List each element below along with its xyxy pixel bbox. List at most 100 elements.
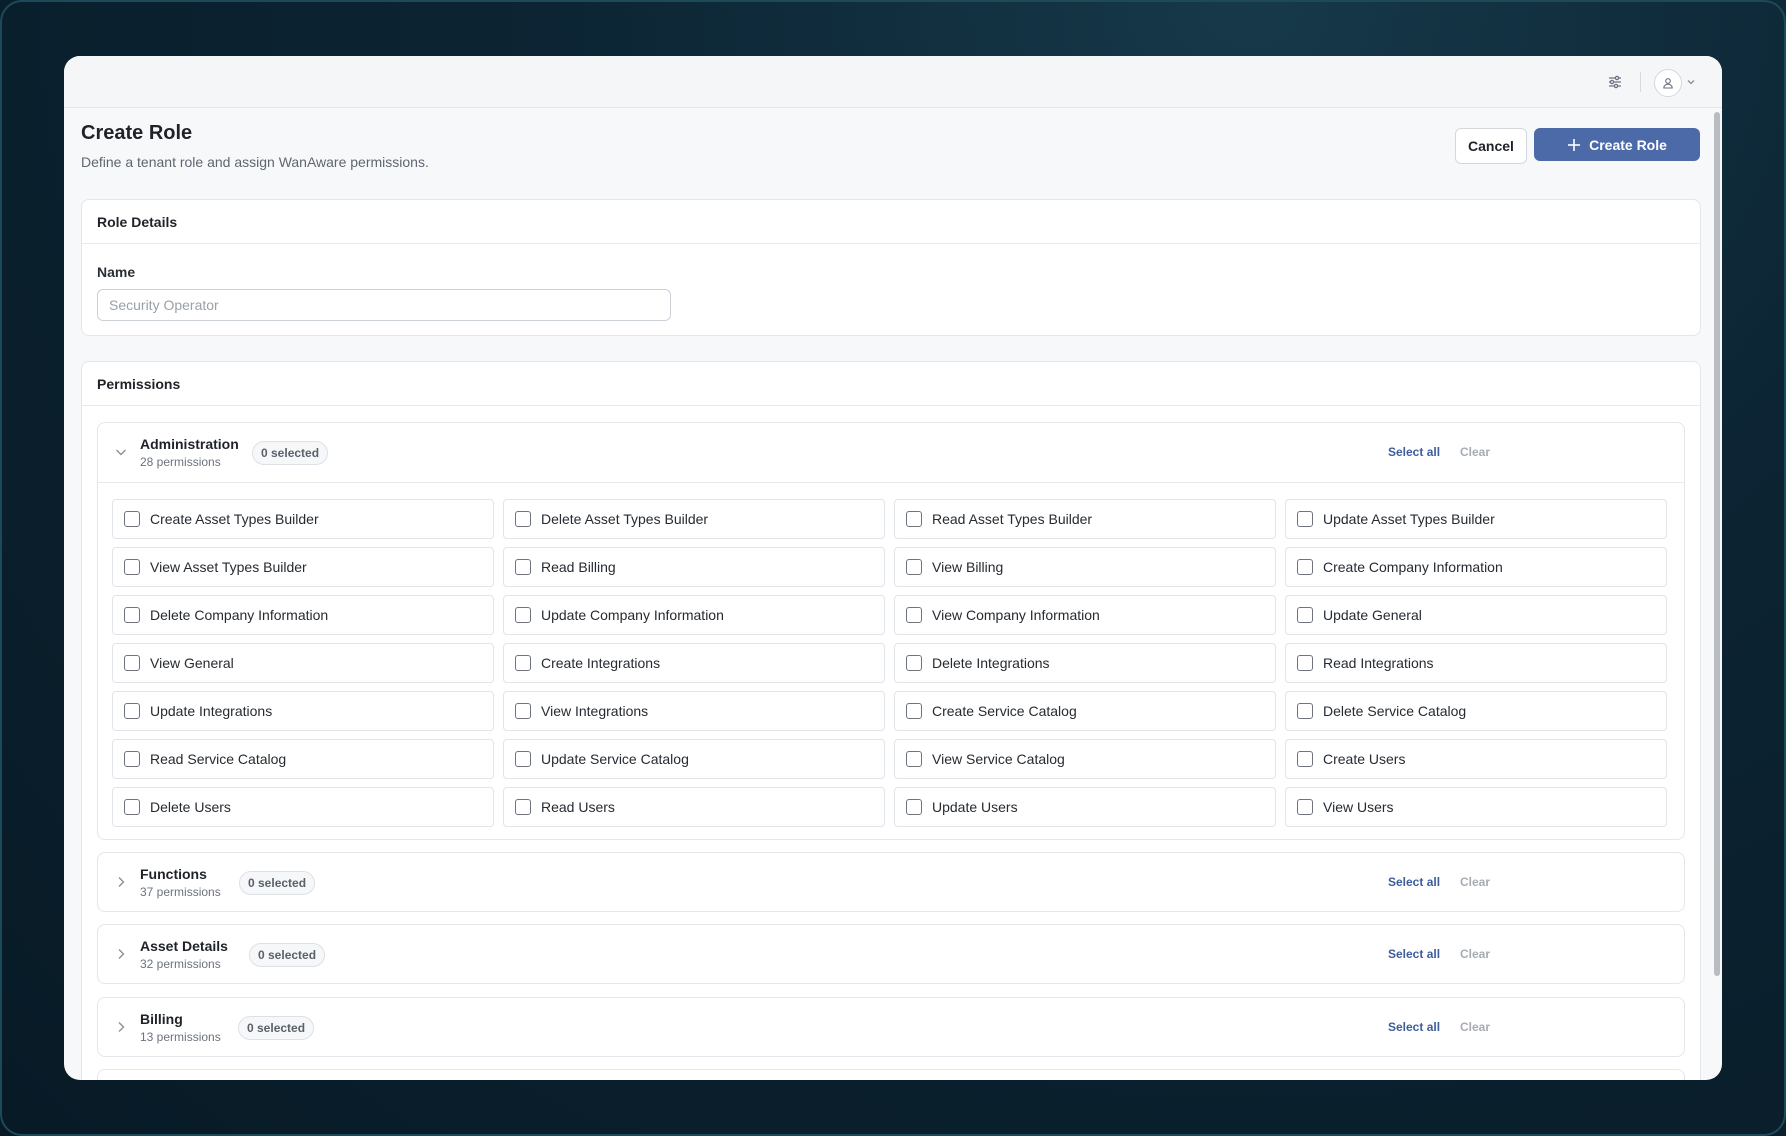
permission-group-billing: Billing 13 permissions 0 selected Select… [97,997,1685,1057]
select-all-button[interactable]: Select all [1388,1020,1440,1034]
checkbox[interactable] [124,559,140,575]
checkbox[interactable] [906,607,922,623]
permission-checkbox-item[interactable]: Read Billing [503,547,885,587]
checkbox[interactable] [124,751,140,767]
checkbox[interactable] [1297,751,1313,767]
sliders-icon[interactable] [1607,74,1623,90]
permission-checkbox-item[interactable]: Update Users [894,787,1276,827]
checkbox[interactable] [906,511,922,527]
group-header[interactable]: Functions 37 permissions 0 selected Sele… [98,853,1684,913]
checkbox[interactable] [515,751,531,767]
permission-checkbox-item[interactable]: View Billing [894,547,1276,587]
permission-label: View Company Information [932,607,1100,623]
checkbox[interactable] [906,751,922,767]
group-header[interactable]: Billing 13 permissions 0 selected Select… [98,998,1684,1058]
checkbox[interactable] [124,511,140,527]
group-header[interactable]: Asset Details 32 permissions 0 selected … [98,925,1684,985]
permission-group-administration: Administration 28 permissions 0 selected… [97,422,1685,840]
permission-label: Delete Service Catalog [1323,703,1467,719]
selected-badge: 0 selected [252,441,329,465]
select-all-button[interactable]: Select all [1388,875,1440,889]
permission-checkbox-item[interactable]: Update Integrations [112,691,494,731]
checkbox[interactable] [515,607,531,623]
permission-checkbox-item[interactable]: Create Asset Types Builder [112,499,494,539]
checkbox[interactable] [906,703,922,719]
create-role-label: Create Role [1589,136,1667,153]
permission-checkbox-item[interactable]: View Company Information [894,595,1276,635]
permission-checkbox-item[interactable]: View General [112,643,494,683]
chevron-down-icon[interactable] [114,445,128,459]
permission-checkbox-item[interactable]: Delete Asset Types Builder [503,499,885,539]
checkbox[interactable] [124,607,140,623]
checkbox[interactable] [124,655,140,671]
chevron-right-icon[interactable] [114,947,128,961]
checkbox[interactable] [1297,559,1313,575]
checkbox[interactable] [1297,655,1313,671]
page-header: Create Role Define a tenant role and ass… [81,122,429,170]
checkbox[interactable] [515,655,531,671]
permission-checkbox-item[interactable]: Create Service Catalog [894,691,1276,731]
checkbox[interactable] [1297,607,1313,623]
permission-label: Update Users [932,799,1018,815]
select-all-button[interactable]: Select all [1388,947,1440,961]
permission-checkbox-item[interactable]: Update Service Catalog [503,739,885,779]
checkbox[interactable] [1297,511,1313,527]
selected-badge: 0 selected [239,871,316,895]
permission-checkbox-item[interactable]: Delete Company Information [112,595,494,635]
permission-label: View General [150,655,234,671]
cancel-button[interactable]: Cancel [1455,128,1527,164]
permission-label: Delete Integrations [932,655,1050,671]
checkbox[interactable] [124,703,140,719]
permission-label: View Service Catalog [932,751,1065,767]
select-all-button[interactable]: Select all [1388,445,1440,459]
checkbox[interactable] [1297,703,1313,719]
permissions-card: Permissions Administration 28 permission… [81,361,1701,1080]
clear-button[interactable]: Clear [1460,445,1490,459]
permission-checkbox-item[interactable]: Update Company Information [503,595,885,635]
checkbox[interactable] [515,703,531,719]
user-avatar[interactable] [1654,69,1682,97]
clear-button[interactable]: Clear [1460,1020,1490,1034]
permission-checkbox-item[interactable]: Update Asset Types Builder [1285,499,1667,539]
selected-badge: 0 selected [249,943,326,967]
permission-label: Read Integrations [1323,655,1434,671]
permission-checkbox-item[interactable]: Create Users [1285,739,1667,779]
selected-badge: 0 selected [238,1016,315,1040]
permission-checkbox-item[interactable]: View Integrations [503,691,885,731]
permission-label: Create Asset Types Builder [150,511,319,527]
checkbox[interactable] [124,799,140,815]
permission-checkbox-item[interactable]: Delete Service Catalog [1285,691,1667,731]
permission-checkbox-item[interactable]: Read Integrations [1285,643,1667,683]
checkbox[interactable] [1297,799,1313,815]
checkbox[interactable] [906,559,922,575]
permission-label: Delete Users [150,799,231,815]
permission-checkbox-item[interactable]: Read Users [503,787,885,827]
checkbox[interactable] [906,799,922,815]
clear-button[interactable]: Clear [1460,947,1490,961]
permission-checkbox-item[interactable]: Read Asset Types Builder [894,499,1276,539]
permission-checkbox-item[interactable]: Update General [1285,595,1667,635]
permission-checkbox-item[interactable]: Delete Users [112,787,494,827]
permission-checkbox-item[interactable]: Create Company Information [1285,547,1667,587]
group-count: 13 permissions [140,1030,221,1044]
clear-button[interactable]: Clear [1460,875,1490,889]
checkbox[interactable] [906,655,922,671]
permission-checkbox-item[interactable]: Delete Integrations [894,643,1276,683]
permission-checkbox-item[interactable]: Read Service Catalog [112,739,494,779]
group-header[interactable]: Administration 28 permissions 0 selected… [98,423,1684,483]
permission-checkbox-item[interactable]: View Asset Types Builder [112,547,494,587]
checkbox[interactable] [515,511,531,527]
scrollbar[interactable] [1714,112,1720,976]
checkbox[interactable] [515,559,531,575]
permission-checkbox-item[interactable]: View Service Catalog [894,739,1276,779]
permission-checkbox-item[interactable]: View Users [1285,787,1667,827]
top-bar [64,56,1722,108]
permission-checkbox-item[interactable]: Create Integrations [503,643,885,683]
name-input[interactable] [97,289,671,321]
checkbox[interactable] [515,799,531,815]
create-role-button[interactable]: Create Role [1534,128,1700,161]
chevron-right-icon[interactable] [114,875,128,889]
chevron-down-icon[interactable] [1686,77,1696,87]
permission-label: Create Service Catalog [932,703,1077,719]
chevron-right-icon[interactable] [114,1020,128,1034]
